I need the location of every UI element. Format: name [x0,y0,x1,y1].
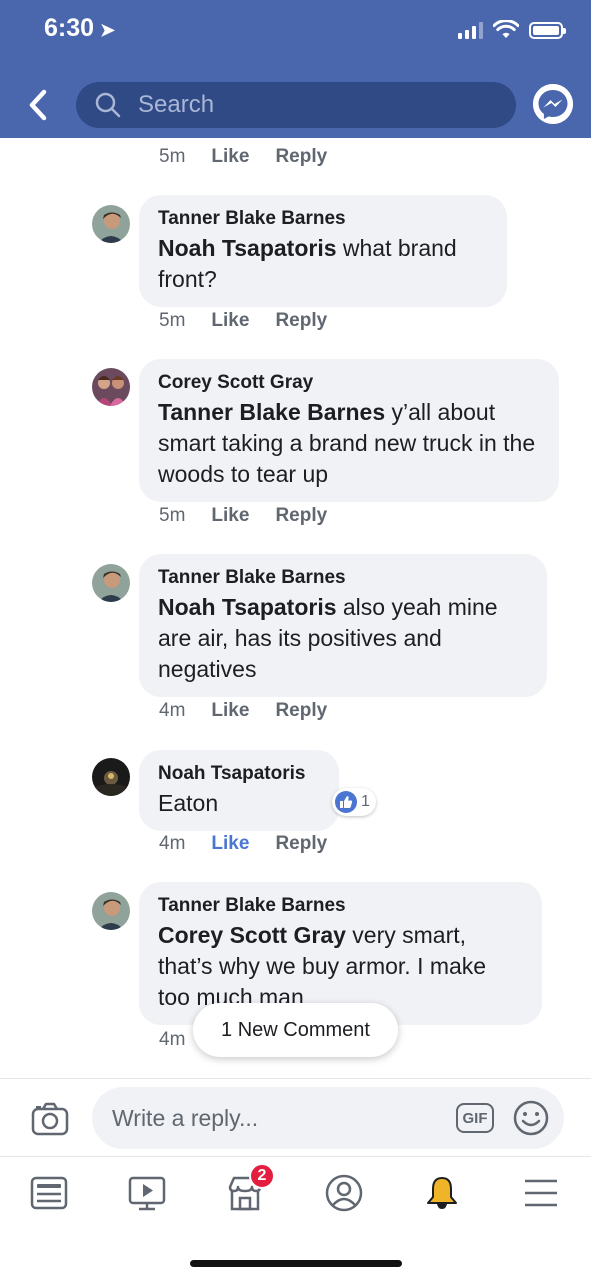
comment-text: Corey Scott Gray very smart, that’s why … [158,920,522,1013]
comment-time: 4m [159,833,186,854]
reaction-count: 1 [361,793,370,810]
gif-button[interactable]: GIF [456,1103,494,1133]
mention-link[interactable]: Corey Scott Gray [158,922,346,948]
video-play-icon [128,1176,166,1211]
comments-list: 5m Like Reply Tanner Blake Barnes Noah T… [0,138,591,1078]
avatar[interactable] [92,368,130,406]
comment-time: 5m [159,310,186,331]
status-time: 6:30 ➤ [44,14,115,43]
back-button[interactable] [24,88,54,122]
chevron-left-icon [29,89,47,121]
mention-link[interactable]: Tanner Blake Barnes [158,399,385,425]
search-icon [95,92,121,118]
tab-menu[interactable] [519,1171,563,1215]
like-button[interactable]: Like [211,310,249,332]
comment-meta: 5m Like Reply [159,505,327,527]
comment-time: 4m [159,700,186,721]
comment-author[interactable]: Corey Scott Gray [158,371,539,395]
comment-body: Eaton [158,790,219,816]
comment-time: 4m [159,1029,186,1050]
tab-news-feed[interactable] [27,1171,71,1215]
camera-icon [31,1102,69,1136]
avatar[interactable] [92,205,130,243]
comment-bubble[interactable]: Tanner Blake Barnes Noah Tsapatoris what… [139,195,507,307]
menu-icon [525,1179,557,1207]
smiley-icon [513,1100,549,1136]
comment-bubble[interactable]: Noah Tsapatoris Eaton [139,750,339,831]
tab-profile[interactable] [322,1171,366,1215]
mention-link[interactable]: Noah Tsapatoris [158,594,337,620]
mention-link[interactable]: Noah Tsapatoris [158,235,337,261]
notification-badge: 2 [249,1163,275,1189]
news-feed-icon [30,1176,68,1210]
search-bar[interactable] [76,82,516,128]
comment-meta: 5m Like Reply [159,310,327,332]
profile-icon [325,1174,363,1212]
comment-meta: 5m Like Reply [159,146,327,168]
status-time-text: 6:30 [44,14,95,42]
status-icons [458,20,566,40]
home-indicator[interactable] [190,1260,402,1267]
comment-meta: 4m [159,1029,185,1051]
bell-icon [427,1177,457,1209]
messenger-button[interactable] [533,84,573,124]
like-button[interactable]: Like [211,833,249,855]
reply-input[interactable] [112,1104,452,1132]
tab-notifications[interactable] [420,1171,464,1215]
wifi-icon [493,20,519,38]
comment-meta: 4m Like Reply [159,833,327,855]
reply-button[interactable]: Reply [275,505,327,527]
reply-button[interactable]: Reply [275,146,327,168]
comment-author[interactable]: Tanner Blake Barnes [158,566,527,590]
comment-text: Tanner Blake Barnes y’all about smart ta… [158,397,539,490]
comment-author[interactable]: Noah Tsapatoris [158,762,319,786]
comment-time: 5m [159,505,186,526]
messenger-icon [533,84,573,124]
reply-button[interactable]: Reply [275,700,327,722]
tab-bar: 2 [0,1156,591,1228]
avatar[interactable] [92,564,130,602]
comment-bubble[interactable]: Tanner Blake Barnes Noah Tsapatoris also… [139,554,547,697]
comment-time: 5m [159,146,186,167]
comment-text: Noah Tsapatoris also yeah mine are air, … [158,592,527,685]
nav-row [0,80,591,130]
location-arrow-icon: ➤ [100,20,116,40]
reply-input-container[interactable]: GIF [92,1087,564,1149]
thumbs-up-icon [335,791,357,813]
avatar[interactable] [92,758,130,796]
comment-author[interactable]: Tanner Blake Barnes [158,894,522,918]
reply-bar: GIF [0,1078,591,1156]
status-bar: 6:30 ➤ [0,0,591,62]
comment-meta: 4m Like Reply [159,700,327,722]
comment-author[interactable]: Tanner Blake Barnes [158,207,487,231]
comment-text: Noah Tsapatoris what brand front? [158,233,487,295]
reply-button[interactable]: Reply [275,833,327,855]
tab-watch[interactable] [125,1171,169,1215]
cellular-signal-icon [458,21,483,39]
reply-button[interactable]: Reply [275,310,327,332]
like-button[interactable]: Like [211,146,249,168]
app-header: 6:30 ➤ [0,0,591,138]
avatar[interactable] [92,892,130,930]
tab-marketplace[interactable]: 2 [223,1163,275,1215]
comment-bubble[interactable]: Corey Scott Gray Tanner Blake Barnes y’a… [139,359,559,502]
like-button[interactable]: Like [211,700,249,722]
search-input[interactable] [138,91,498,119]
camera-button[interactable] [30,1099,70,1139]
like-button[interactable]: Like [211,505,249,527]
battery-icon [529,21,566,39]
reaction-badge[interactable]: 1 [332,788,376,816]
emoji-button[interactable] [512,1099,550,1137]
new-comment-button[interactable]: 1 New Comment [193,1003,398,1057]
